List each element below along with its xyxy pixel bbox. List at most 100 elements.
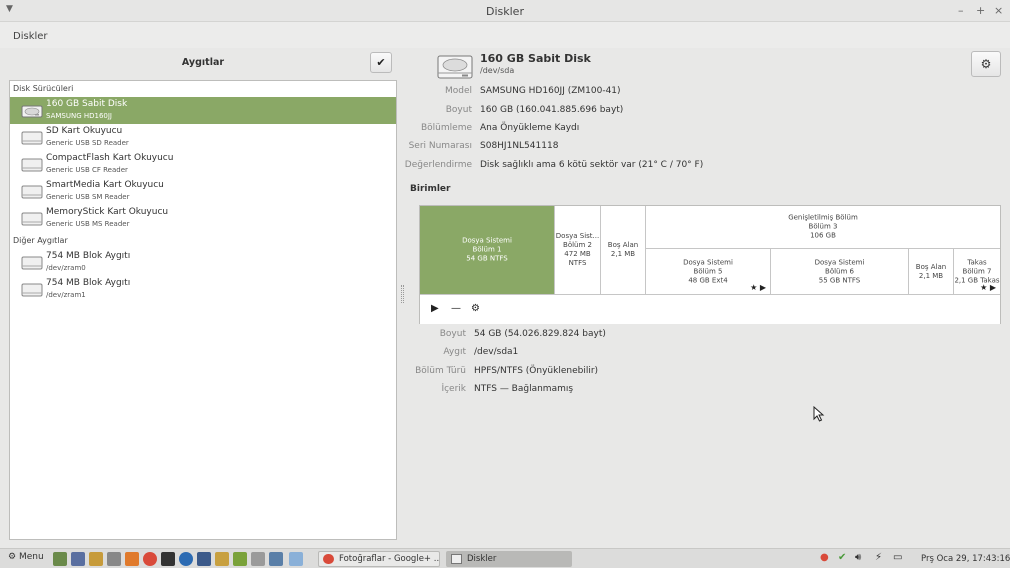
volume-toolbar: ▶ — ⚙ bbox=[420, 294, 1000, 324]
volume-label: 55 GB NTFS bbox=[818, 276, 861, 284]
device-name: CompactFlash Kart Okuyucu bbox=[46, 153, 174, 163]
app-launcher-icon[interactable] bbox=[197, 552, 211, 566]
volume-free-space-1[interactable]: Boş Alan 2,1 MB bbox=[601, 206, 646, 294]
volume-label: Dosya Sistemi bbox=[462, 236, 512, 245]
delete-partition-icon[interactable]: — bbox=[451, 303, 461, 314]
volume-label: Boş Alan bbox=[915, 262, 947, 271]
device-subtitle: Generic USB SD Reader bbox=[46, 139, 129, 147]
files-launcher-icon[interactable] bbox=[89, 552, 103, 566]
volume-label: Bölüm 3 bbox=[808, 222, 838, 231]
disks-icon bbox=[451, 554, 462, 564]
task-label: Diskler bbox=[467, 554, 497, 564]
section-header-other-devices: Diğer Aygıtlar bbox=[13, 236, 68, 245]
device-name: 754 MB Blok Aygıtı bbox=[46, 251, 131, 261]
drive-icon bbox=[21, 212, 43, 226]
pane-splitter[interactable] bbox=[401, 285, 404, 303]
minimize-button[interactable]: – bbox=[958, 4, 964, 17]
volume-label: Genişletilmiş Bölüm bbox=[788, 213, 858, 222]
vol-label-partition-type: Bölüm Türü bbox=[415, 366, 466, 376]
volume-label: Bölüm 5 bbox=[693, 267, 723, 275]
prop-label-partitioning: Bölümleme bbox=[421, 123, 472, 133]
volume-partition-7-swap[interactable]: Takas Bölüm 7 2,1 GB Takas ★ ▶ bbox=[954, 249, 1000, 294]
firefox-launcher-icon[interactable] bbox=[125, 552, 139, 566]
prop-value-model: SAMSUNG HD160JJ (ZM100-41) bbox=[480, 86, 621, 96]
volume-label: Bölüm 1 bbox=[472, 245, 502, 254]
checkmark-icon: ✔ bbox=[376, 56, 386, 69]
gears-icon[interactable]: ⚙ bbox=[471, 303, 480, 314]
volume-label: Dosya Sistemi bbox=[814, 258, 865, 266]
device-item-160gb-hdd[interactable]: 160 GB Sabit Disk SAMSUNG HD160JJ bbox=[10, 97, 396, 124]
device-item-zram0[interactable]: 754 MB Blok Aygıtı /dev/zram0 bbox=[10, 249, 396, 276]
vol-label-device: Aygıt bbox=[443, 347, 466, 357]
device-name: SmartMedia Kart Okuyucu bbox=[46, 180, 164, 190]
volume-partition-6[interactable]: Dosya Sistemi Bölüm 6 55 GB NTFS bbox=[771, 249, 909, 294]
battery-icon[interactable]: ▭ bbox=[893, 552, 902, 563]
volume-label: Dosya Sist... bbox=[555, 232, 600, 240]
volume-partition-5[interactable]: Dosya Sistemi Bölüm 5 48 GB Ext4 ★ ▶ bbox=[646, 249, 771, 294]
app-menu[interactable]: Diskler bbox=[13, 31, 48, 42]
volume-partition-1[interactable]: Dosya Sistemi Bölüm 1 54 GB NTFS bbox=[420, 206, 555, 294]
prop-label-serial: Seri Numarası bbox=[408, 141, 472, 151]
app-launcher-icon[interactable] bbox=[251, 552, 265, 566]
volume-label: 472 MB NTFS bbox=[564, 250, 591, 267]
app-launcher-icon[interactable] bbox=[215, 552, 229, 566]
device-subtitle: Generic USB SM Reader bbox=[46, 193, 130, 201]
app-launcher-icon[interactable] bbox=[233, 552, 247, 566]
devices-header: Aygıtlar ✔ bbox=[9, 50, 397, 76]
prop-value-assessment: Disk sağlıklı ama 6 kötü sektör var (21°… bbox=[480, 160, 704, 170]
app-launcher-icon[interactable] bbox=[161, 552, 175, 566]
vol-label-contents: İçerik bbox=[441, 384, 466, 394]
device-item-sm-reader[interactable]: SmartMedia Kart Okuyucu Generic USB SM R… bbox=[10, 178, 396, 205]
prop-value-serial: S08HJ1NL541118 bbox=[480, 141, 559, 151]
chrome-tray-icon[interactable]: ● bbox=[820, 552, 829, 563]
volume-icon[interactable]: 🔊︎ bbox=[855, 552, 861, 563]
device-subtitle: Generic USB MS Reader bbox=[46, 220, 130, 228]
prop-value-size: 160 GB (160.041.885.696 bayt) bbox=[480, 105, 624, 115]
desktop-launcher-icon[interactable] bbox=[53, 552, 67, 566]
star-play-icon: ★ ▶ bbox=[980, 283, 996, 292]
vol-value-device: /dev/sda1 bbox=[474, 347, 519, 357]
prop-label-size: Boyut bbox=[445, 105, 472, 115]
task-disks-window[interactable]: Diskler bbox=[446, 551, 572, 567]
volume-label: Bölüm 7 bbox=[962, 267, 992, 275]
volume-label: 106 GB bbox=[810, 231, 836, 240]
volume-label: 2,1 MB bbox=[918, 271, 944, 280]
app-launcher-icon[interactable] bbox=[269, 552, 283, 566]
volumes-map: Dosya Sistemi Bölüm 1 54 GB NTFS Dosya S… bbox=[419, 205, 1001, 324]
prop-label-assessment: Değerlendirme bbox=[404, 160, 472, 170]
app-launcher-icon[interactable] bbox=[289, 552, 303, 566]
close-button[interactable]: × bbox=[994, 4, 1003, 17]
network-icon[interactable]: ⚡︎ bbox=[875, 552, 882, 563]
star-play-icon: ★ ▶ bbox=[750, 283, 766, 292]
clock[interactable]: Prş Oca 29, 17:43:16 bbox=[921, 554, 1010, 564]
device-item-sd-reader[interactable]: SD Kart Okuyucu Generic USB SD Reader bbox=[10, 124, 396, 151]
volume-free-space-2[interactable]: Boş Alan 2,1 MB bbox=[909, 249, 954, 294]
window-title: Diskler bbox=[486, 5, 524, 18]
device-item-ms-reader[interactable]: MemoryStick Kart Okuyucu Generic USB MS … bbox=[10, 205, 396, 232]
gear-icon: ⚙ bbox=[980, 57, 992, 71]
chrome-launcher-icon[interactable] bbox=[143, 552, 157, 566]
drive-icon bbox=[21, 158, 43, 172]
device-item-cf-reader[interactable]: CompactFlash Kart Okuyucu Generic USB CF… bbox=[10, 151, 396, 178]
task-label: Fotoğraflar - Google+ ... bbox=[339, 554, 440, 564]
update-check-icon[interactable]: ✔ bbox=[838, 552, 846, 563]
start-menu-button[interactable]: ⚙ Menu bbox=[8, 552, 44, 562]
drive-icon bbox=[21, 283, 43, 297]
device-item-zram1[interactable]: 754 MB Blok Aygıtı /dev/zram1 bbox=[10, 276, 396, 303]
menu-label: Menu bbox=[18, 552, 44, 562]
task-chrome-window[interactable]: Fotoğraflar - Google+ ... bbox=[318, 551, 440, 567]
volume-label: 2,1 MB bbox=[610, 250, 636, 258]
volume-partition-2[interactable]: Dosya Sist... Bölüm 2 472 MB NTFS bbox=[555, 206, 601, 294]
settings-launcher-icon[interactable] bbox=[71, 552, 85, 566]
select-mode-button[interactable]: ✔ bbox=[370, 52, 392, 73]
maximize-button[interactable]: + bbox=[976, 4, 985, 17]
volume-extended-partition[interactable]: Genişletilmiş Bölüm Bölüm 3 106 GB bbox=[646, 206, 1000, 249]
disk-settings-button[interactable]: ⚙ bbox=[971, 51, 1001, 77]
browser-launcher-icon[interactable] bbox=[179, 552, 193, 566]
mount-play-icon[interactable]: ▶ bbox=[431, 303, 439, 314]
device-subtitle: /dev/zram1 bbox=[46, 291, 86, 299]
chrome-icon bbox=[323, 554, 334, 564]
vol-value-partition-type: HPFS/NTFS (Önyüklenebilir) bbox=[474, 366, 599, 376]
terminal-launcher-icon[interactable] bbox=[107, 552, 121, 566]
device-subtitle: /dev/zram0 bbox=[46, 264, 86, 272]
